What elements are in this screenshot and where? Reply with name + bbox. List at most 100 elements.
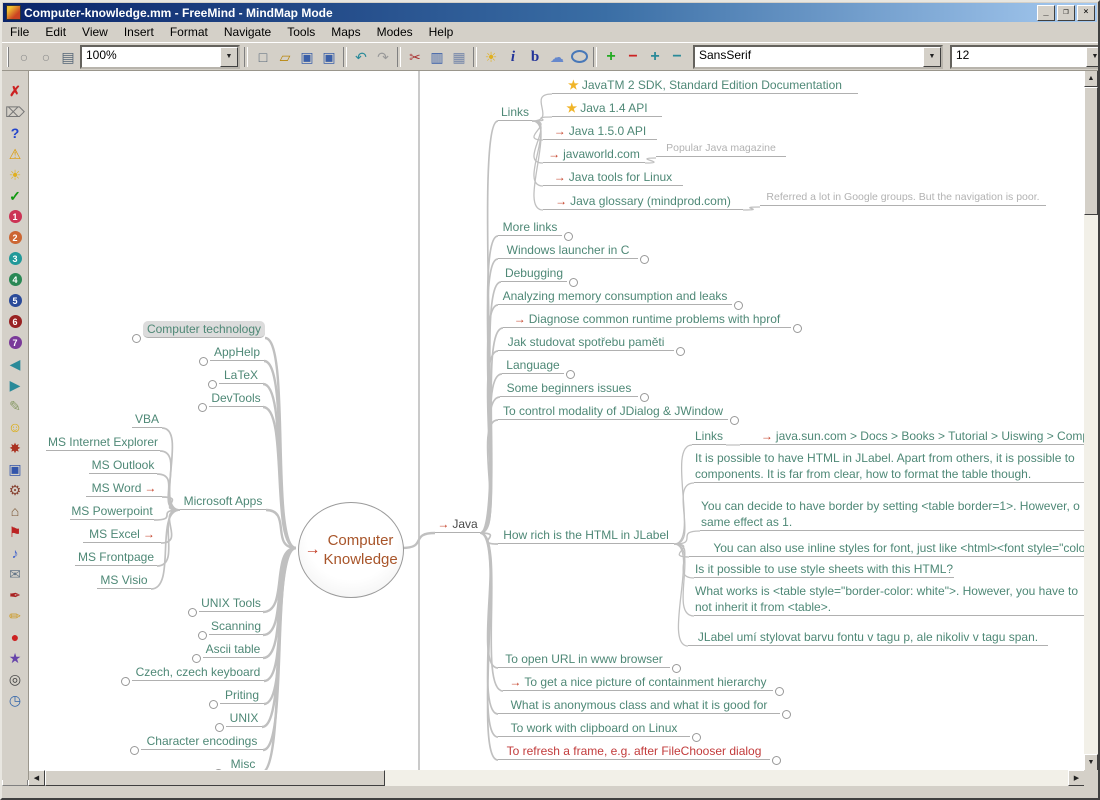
menu-file[interactable]: File: [2, 23, 37, 41]
menu-format[interactable]: Format: [162, 23, 216, 41]
minimize-button[interactable]: _: [1037, 4, 1055, 21]
map-node-language[interactable]: Language: [502, 357, 564, 374]
mail-icon[interactable]: ✉: [3, 563, 27, 584]
fold-handle[interactable]: [782, 710, 791, 719]
pencil-icon[interactable]: ✏: [3, 605, 27, 626]
idea-icon[interactable]: ☀: [3, 164, 27, 185]
wizard-icon[interactable]: ★: [3, 647, 27, 668]
add-node-button[interactable]: +: [600, 46, 622, 68]
scroll-right-icon[interactable]: ▶: [1068, 770, 1085, 786]
map-node-nicepic[interactable]: → To get a nice picture of containment hi…: [503, 674, 773, 691]
number-2-icon[interactable]: 2: [3, 227, 27, 248]
bomb-icon[interactable]: ✸: [3, 437, 27, 458]
map-node-jak[interactable]: Jak studovat spotřebu paměti: [498, 334, 674, 351]
map-node-howrich[interactable]: How rich is the HTML in JLabel: [498, 527, 674, 544]
map-node-p5[interactable]: What works is <table style="border-color…: [694, 583, 1084, 616]
attach-icon[interactable]: ✎: [3, 395, 27, 416]
number-7-icon[interactable]: 7: [3, 332, 27, 353]
map-node-refresh[interactable]: To refresh a frame, e.g. after FileChoos…: [498, 743, 770, 760]
fold-handle[interactable]: [121, 677, 130, 686]
map-node-javatools[interactable]: → Java tools for Linux: [543, 169, 683, 186]
stop-icon[interactable]: ●: [3, 626, 27, 647]
menu-view[interactable]: View: [74, 23, 116, 41]
magnifier-icon[interactable]: ◎: [3, 668, 27, 689]
map-node-winlaunch[interactable]: Windows launcher in C: [498, 242, 638, 259]
scroll-up-icon[interactable]: ▲: [1084, 70, 1098, 87]
font-dropdown-icon[interactable]: ▼: [923, 46, 941, 67]
map-node-czech[interactable]: Czech, czech keyboard: [132, 664, 264, 681]
map-node-anon[interactable]: What is anonymous class and what it is g…: [498, 697, 780, 714]
cut-button[interactable]: ✂: [404, 46, 426, 68]
fold-handle[interactable]: [192, 654, 201, 663]
map-node-jdkdoc[interactable]: ★ JavaTM 2 SDK, Standard Edition Document…: [552, 77, 858, 94]
fold-handle[interactable]: [730, 416, 739, 425]
map-node-beginners[interactable]: Some beginners issues: [500, 380, 638, 397]
toolbar-grip[interactable]: [7, 46, 9, 67]
desktop-icon[interactable]: ▣: [3, 458, 27, 479]
title-bar[interactable]: Computer-knowledge.mm - FreeMind - MindM…: [3, 3, 1097, 22]
map-node-diagnose[interactable]: → Diagnose common runtime problems with h…: [503, 311, 791, 328]
clock-icon[interactable]: ◷: [3, 689, 27, 710]
help-icon[interactable]: ?: [3, 122, 27, 143]
map-node-p2[interactable]: You can decide to have border by setting…: [700, 498, 1084, 531]
remove-last-icon-button[interactable]: ✗: [3, 80, 27, 101]
map-node-msie[interactable]: MS Internet Explorer: [46, 434, 160, 451]
fold-handle[interactable]: [199, 357, 208, 366]
remove-all-icons-button[interactable]: ⌦: [3, 101, 27, 122]
bubble-button[interactable]: [568, 46, 590, 68]
print-button[interactable]: ▤: [57, 46, 79, 68]
fold-handle[interactable]: [672, 664, 681, 673]
map-node-comptech[interactable]: Computer technology: [143, 321, 265, 338]
map-node-apphelp[interactable]: AppHelp: [210, 344, 264, 361]
remove-node-button[interactable]: −: [622, 46, 644, 68]
mindmap-canvas[interactable]: → Java Links ★ JavaTM 2 SDK, Standard Editio…: [28, 70, 1084, 770]
fold-handle[interactable]: [676, 347, 685, 356]
map-node-javagloss[interactable]: → Java glossary (mindprod.com): [543, 193, 743, 210]
map-node-note2[interactable]: Referred a lot in Google groups. But the…: [760, 190, 1046, 206]
number-3-icon[interactable]: 3: [3, 248, 27, 269]
map-node-clipboard[interactable]: To work with clipboard on Linux: [498, 720, 690, 737]
fold-handle[interactable]: [215, 723, 224, 732]
fold-handle[interactable]: [775, 687, 784, 696]
map-node-debugging[interactable]: Debugging: [501, 265, 567, 282]
number-4-icon[interactable]: 4: [3, 269, 27, 290]
map-node-msapps[interactable]: Microsoft Apps: [180, 493, 266, 510]
number-5-icon[interactable]: 5: [3, 290, 27, 311]
menu-help[interactable]: Help: [421, 23, 462, 41]
map-node-unixtools[interactable]: UNIX Tools: [199, 595, 263, 612]
map-node-p3[interactable]: You can also use inline styles for font,…: [689, 540, 1084, 557]
map-node-sun[interactable]: → java.sun.com > Docs > Books > Tutorial …: [740, 428, 1084, 445]
font-size-dropdown-icon[interactable]: ▼: [1086, 46, 1100, 67]
scroll-left-icon[interactable]: ◀: [28, 770, 45, 786]
map-node-links2[interactable]: Links: [692, 428, 726, 445]
map-node-msoutlook[interactable]: MS Outlook: [89, 457, 157, 474]
save-map-button[interactable]: ▣: [296, 46, 318, 68]
warning-icon[interactable]: ⚠: [3, 143, 27, 164]
forward-icon[interactable]: ▶: [3, 374, 27, 395]
open-map-button[interactable]: ▱: [274, 46, 296, 68]
font-decrease-button[interactable]: −: [666, 46, 688, 68]
map-node-java14[interactable]: ★ Java 1.4 API: [552, 100, 662, 117]
fold-handle[interactable]: [640, 393, 649, 402]
horizontal-scrollbar[interactable]: ◀ ▶: [28, 770, 1085, 786]
fold-handle[interactable]: [132, 334, 141, 343]
fold-handle[interactable]: [692, 733, 701, 742]
menu-modes[interactable]: Modes: [369, 23, 421, 41]
map-node-java[interactable]: → Java: [435, 516, 480, 533]
map-node-vba[interactable]: VBA: [132, 411, 162, 428]
zoom-dropdown-icon[interactable]: ▼: [220, 46, 238, 67]
map-node-msvisio[interactable]: MS Visio: [97, 572, 151, 589]
map-node-msword[interactable]: MS Word →: [86, 480, 162, 497]
paste-button[interactable]: ▦: [448, 46, 470, 68]
map-node-note1[interactable]: Popular Java magazine: [656, 141, 786, 157]
map-node-unix[interactable]: UNIX: [226, 710, 262, 727]
undo-button[interactable]: ↶: [350, 46, 372, 68]
idea-button[interactable]: ☀: [480, 46, 502, 68]
ok-icon[interactable]: ✓: [3, 185, 27, 206]
nav-back-button[interactable]: ○: [13, 46, 35, 68]
fold-handle[interactable]: [198, 631, 207, 640]
map-node-mspp[interactable]: MS Powerpoint: [70, 503, 154, 520]
map-node-ascii[interactable]: Ascii table: [203, 641, 263, 658]
map-node-devtools[interactable]: DevTools: [209, 390, 263, 407]
fold-handle[interactable]: [564, 232, 573, 241]
